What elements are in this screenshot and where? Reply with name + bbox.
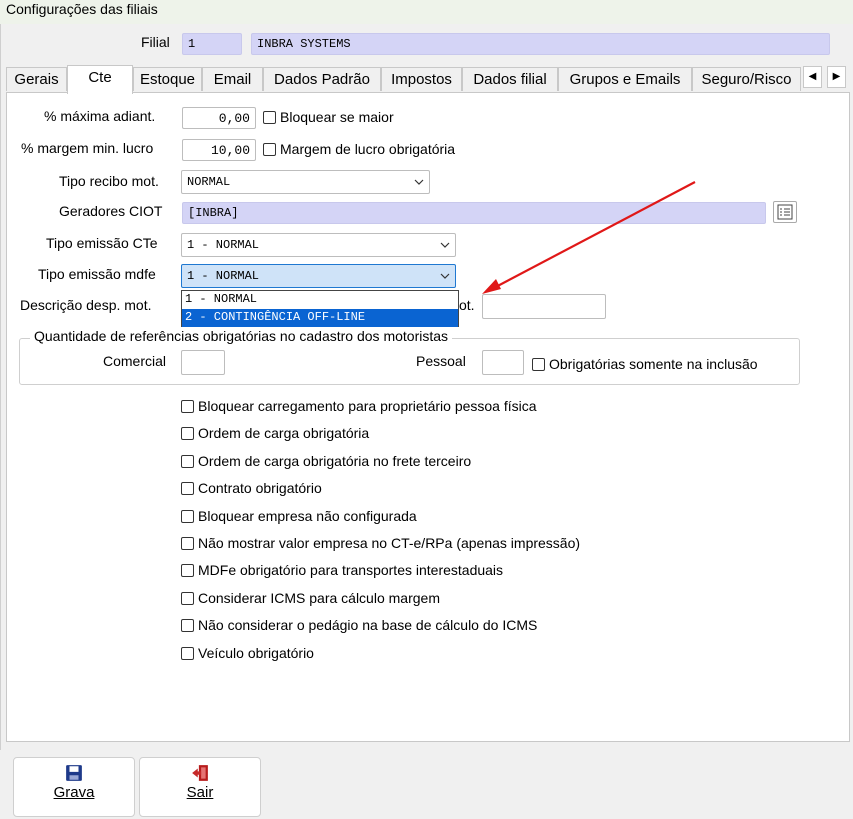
checkbox-box[interactable] (181, 427, 194, 440)
grava-label: Grava (53, 784, 95, 801)
checkbox-box[interactable] (181, 400, 194, 413)
tab-email[interactable]: Email (202, 67, 263, 91)
chk-considerar-icms[interactable]: Considerar ICMS para cálculo margem (181, 590, 440, 606)
obrig-inclusao-label: Obrigatórias somente na inclusão (549, 356, 758, 372)
chk-label: Bloquear carregamento para proprietário … (198, 398, 537, 414)
checkbox-box[interactable] (263, 143, 276, 156)
window-border (0, 24, 1, 819)
chk-label: Ordem de carga obrigatória no frete terc… (198, 453, 472, 469)
margem-field[interactable]: 10,00 (182, 139, 256, 161)
tipo-recibo-value: NORMAL (187, 175, 231, 189)
chk-mdfe-obrigatorio[interactable]: MDFe obrigatório para transportes intere… (181, 562, 503, 578)
tab-gerais[interactable]: Gerais (6, 67, 67, 91)
pessoal-field[interactable] (482, 350, 524, 375)
checkbox-box[interactable] (181, 510, 194, 523)
chk-ordem-carga-terceiro[interactable]: Ordem de carga obrigatória no frete terc… (181, 453, 471, 469)
tab-grupos-emails[interactable]: Grupos e Emails (558, 67, 692, 91)
tab-seguro-risco[interactable]: Seguro/Risco (692, 67, 801, 91)
tab-cte[interactable]: Cte (67, 65, 133, 94)
chk-bloquear-empresa[interactable]: Bloquear empresa não configurada (181, 508, 417, 524)
bloquear-maior-checkbox[interactable]: Bloquear se maior (263, 109, 394, 125)
chk-label: Não mostrar valor empresa no CT-e/RPa (a… (198, 535, 581, 551)
bloquear-maior-label: Bloquear se maior (280, 109, 394, 125)
chk-label: Veículo obrigatório (198, 645, 314, 661)
chk-label: Bloquear empresa não configurada (198, 508, 417, 524)
list-icon (777, 204, 793, 220)
descricao-label: Descrição desp. mot. (20, 297, 152, 313)
chk-label: Considerar ICMS para cálculo margem (198, 590, 440, 606)
tab-dados-padrao[interactable]: Dados Padrão (263, 67, 381, 91)
referencias-group-title: Quantidade de referências obrigatórias n… (30, 328, 453, 344)
pessoal-label: Pessoal (416, 353, 466, 369)
chevron-down-icon (414, 179, 424, 185)
window-title: Configurações das filiais (0, 0, 853, 24)
filial-label: Filial (141, 34, 170, 50)
tipo-emissao-cte-label: Tipo emissão CTe (46, 235, 158, 251)
chk-contrato[interactable]: Contrato obrigatório (181, 480, 322, 496)
mdfe-option-normal[interactable]: 1 - NORMAL (182, 291, 458, 309)
tipo-recibo-label: Tipo recibo mot. (59, 173, 159, 189)
tab-estoque[interactable]: Estoque (133, 67, 202, 91)
mdfe-dropdown-list: 1 - NORMAL 2 - CONTINGÊNCIA OFF-LINE (181, 290, 459, 327)
chk-label: Não considerar o pedágio na base de cálc… (198, 617, 538, 633)
chk-veiculo[interactable]: Veículo obrigatório (181, 645, 314, 661)
margem-label: % margem min. lucro (21, 140, 154, 156)
save-disk-icon (66, 765, 82, 781)
checkbox-box[interactable] (532, 358, 545, 371)
tipo-emissao-cte-value: 1 - NORMAL (187, 238, 260, 252)
tab-dados-filial[interactable]: Dados filial (462, 67, 558, 91)
margem-obrig-checkbox[interactable]: Margem de lucro obrigatória (263, 141, 455, 157)
max-adiant-field[interactable]: 0,00 (182, 107, 256, 129)
tab-scroll-left-icon[interactable]: ◀ (803, 66, 822, 88)
grava-button[interactable]: Grava (13, 757, 135, 817)
mdfe-option-contingencia[interactable]: 2 - CONTINGÊNCIA OFF-LINE (182, 309, 458, 327)
sair-label: Sair (186, 784, 214, 801)
chk-ordem-carga[interactable]: Ordem de carga obrigatória (181, 425, 369, 441)
checkbox-box[interactable] (181, 592, 194, 605)
chk-label: Contrato obrigatório (198, 480, 322, 496)
tipo-emissao-mdfe-select[interactable]: 1 - NORMAL (181, 264, 456, 288)
geradores-label: Geradores CIOT (59, 203, 163, 219)
obrig-inclusao-checkbox[interactable]: Obrigatórias somente na inclusão (532, 356, 758, 372)
chevron-down-icon (440, 242, 450, 248)
sair-button[interactable]: Sair (139, 757, 261, 817)
tab-scroll-right-icon[interactable]: ▶ (827, 66, 846, 88)
checkbox-box[interactable] (181, 482, 194, 495)
margem-obrig-label: Margem de lucro obrigatória (280, 141, 456, 157)
checkbox-box[interactable] (181, 537, 194, 550)
filial-name-field[interactable]: INBRA SYSTEMS (251, 33, 830, 55)
checkbox-box[interactable] (181, 647, 194, 660)
max-adiant-label: % máxima adiant. (44, 108, 156, 124)
chk-bloquear-carregamento[interactable]: Bloquear carregamento para proprietário … (181, 398, 537, 414)
tipo-emissao-cte-select[interactable]: 1 - NORMAL (181, 233, 456, 257)
filial-code-field[interactable]: 1 (182, 33, 242, 55)
list-picker-button[interactable] (773, 201, 797, 223)
tipo-recibo-select[interactable]: NORMAL (181, 170, 430, 194)
red-arrow-annotation (482, 181, 696, 294)
checkbox-box[interactable] (181, 455, 194, 468)
chevron-down-icon (440, 273, 450, 279)
chk-label: Ordem de carga obrigatória (198, 425, 370, 441)
tipo-emissao-mdfe-value: 1 - NORMAL (187, 269, 260, 283)
tab-impostos[interactable]: Impostos (381, 67, 462, 91)
chk-pedagio[interactable]: Não considerar o pedágio na base de cálc… (181, 617, 537, 633)
chk-label: MDFe obrigatório para transportes intere… (198, 562, 504, 578)
checkbox-box[interactable] (181, 619, 194, 632)
comercial-field[interactable] (181, 350, 225, 375)
checkbox-box[interactable] (263, 111, 276, 124)
chk-nao-mostrar-valor[interactable]: Não mostrar valor empresa no CT-e/RPa (a… (181, 535, 580, 551)
tab-strip: Gerais Cte Estoque Email Dados Padrão Im… (6, 65, 851, 94)
comercial-label: Comercial (103, 353, 167, 369)
checkbox-box[interactable] (181, 564, 194, 577)
tipo-emissao-mdfe-label: Tipo emissão mdfe (38, 266, 156, 282)
exit-door-icon (192, 765, 208, 781)
